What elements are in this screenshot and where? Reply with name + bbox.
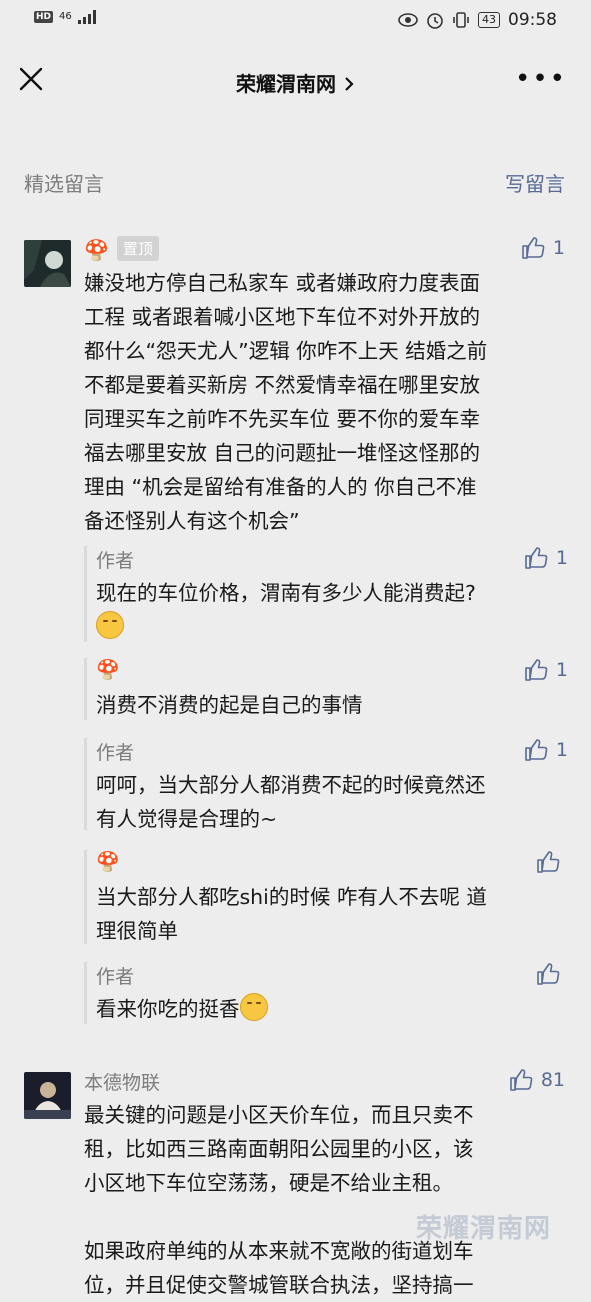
reply-like-button[interactable] xyxy=(536,850,568,874)
reply-line: 呵呵，当大部分人都消费不起的时候竟然还 xyxy=(96,773,486,797)
reply-text: 看来你吃的挺香 xyxy=(96,992,556,1026)
thumbs-up-icon xyxy=(525,739,548,761)
reply-line: 现在的车位价格，渭南有多少人能消费起? xyxy=(96,581,476,605)
write-comment-button[interactable]: 写留言 xyxy=(505,168,565,197)
account-title-link[interactable]: 荣耀渭南网 xyxy=(0,68,591,97)
thumbs-up-icon xyxy=(522,237,545,259)
comment-author: 🍄 置顶 xyxy=(84,236,159,262)
comment-line: 工程 或者跟着喊小区地下车位不对外开放的 xyxy=(84,305,481,329)
reply-line: 有人觉得是合理的~ xyxy=(96,807,278,831)
reply-author: 作者 xyxy=(96,742,135,764)
author-name: 🍄 xyxy=(84,238,109,262)
reply-line: 理很简单 xyxy=(96,919,178,943)
comment-line: 最关键的问题是小区天价车位，而且只卖不 xyxy=(84,1103,474,1127)
comments-header: 精选留言 写留言 xyxy=(0,120,591,230)
comment-line: 位，并且促使交警城管联合执法，坚持搞一 xyxy=(84,1273,474,1297)
kissing-face-emoji xyxy=(96,611,124,639)
like-count: 81 xyxy=(540,1069,565,1091)
eye-icon xyxy=(398,13,418,27)
reply-author: 🍄 xyxy=(96,851,120,873)
battery-indicator: 43 xyxy=(478,12,500,28)
comment-line: 小区地下车位空荡荡，硬是不给业主租。 xyxy=(84,1171,453,1195)
reply-like-button[interactable] xyxy=(536,962,568,986)
watermark-logo: 荣耀渭南网 xyxy=(415,1214,551,1244)
status-left: HD 46 xyxy=(34,10,96,24)
reply-author: 🍄 xyxy=(96,659,120,681)
kissing-face-emoji xyxy=(239,993,268,1021)
like-button[interactable]: 81 xyxy=(509,1068,565,1092)
comment-line: 都什么“怨天尤人”逻辑 你咋不上天 结婚之前 xyxy=(84,339,488,363)
reply-line: 看来你吃的挺香 xyxy=(96,997,240,1021)
avatar-image xyxy=(24,240,71,287)
thumbs-up-icon xyxy=(525,659,548,681)
reply-like-button[interactable]: 1 xyxy=(524,738,568,762)
nav-bar: 荣耀渭南网 ••• xyxy=(0,44,591,120)
status-bar: HD 46 43 09:58 xyxy=(0,0,591,44)
reply-like-count: 1 xyxy=(555,547,568,569)
reply-text: 当大部分人都吃shi的时候 咋有人不去呢 道 理很简单 xyxy=(96,880,556,948)
reply-like-count: 1 xyxy=(555,659,568,681)
reply-line: 消费不消费的起是自己的事情 xyxy=(96,693,363,717)
comment-line: 不都是要着买新房 不然爱情幸福在哪里安放 xyxy=(84,373,481,397)
comment-line: 备还怪别人有这个机会” xyxy=(84,509,300,533)
hd-badge: HD xyxy=(34,11,54,23)
reply-item: 作者 看来你吃的挺香 xyxy=(84,962,568,1024)
thumbs-up-icon xyxy=(510,1069,533,1091)
thumbs-up-icon xyxy=(525,547,548,569)
comment-line: 同理买车之前咋不先买车位 要不你的爱车幸 xyxy=(84,407,481,431)
avatar-image xyxy=(24,1072,71,1119)
comment-text: 最关键的问题是小区天价车位，而且只卖不 租，比如西三路南面朝阳公园里的小区，该 … xyxy=(84,1098,560,1302)
more-icon[interactable]: ••• xyxy=(515,64,567,94)
network-label: 46 xyxy=(59,11,72,22)
reply-item: 作者 1 呵呵，当大部分人都消费不起的时候竟然还 有人觉得是合理的~ xyxy=(84,738,568,831)
featured-comments-title: 精选留言 xyxy=(24,172,104,196)
reply-text: 现在的车位价格，渭南有多少人能消费起? xyxy=(96,576,556,644)
reply-line: 当大部分人都吃shi的时候 咋有人不去呢 道 xyxy=(96,885,487,909)
reply-item: 🍄 当大部分人都吃shi的时候 咋有人不去呢 道 理很简单 xyxy=(84,850,568,944)
reply-like-button[interactable]: 1 xyxy=(524,658,568,682)
reply-item: 🍄 1 消费不消费的起是自己的事情 xyxy=(84,658,568,720)
comment-author: 本德物联 xyxy=(84,1072,161,1094)
like-button[interactable]: 1 xyxy=(521,236,565,260)
avatar[interactable] xyxy=(24,1072,71,1119)
alarm-icon xyxy=(427,13,443,29)
comment-line: 福去哪里安放 自己的问题扯一堆怪这怪那的 xyxy=(84,441,481,465)
reply-like-count: 1 xyxy=(555,739,568,761)
comment-line: 租，比如西三路南面朝阳公园里的小区，该 xyxy=(84,1137,474,1161)
comment-line: 理由 “机会是留给有准备的人的 你自己不准 xyxy=(84,475,477,499)
pinned-badge: 置顶 xyxy=(116,236,159,261)
page-title: 荣耀渭南网 xyxy=(236,72,337,96)
reply-text: 呵呵，当大部分人都消费不起的时候竟然还 有人觉得是合理的~ xyxy=(96,768,556,836)
thumbs-up-icon xyxy=(537,963,560,985)
chevron-right-icon xyxy=(345,77,354,91)
reply-author: 作者 xyxy=(96,966,135,988)
like-count: 1 xyxy=(552,237,565,259)
comment-line: 嫌没地方停自己私家车 或者嫌政府力度表面 xyxy=(84,271,481,295)
thumbs-up-icon xyxy=(537,851,560,873)
signal-icon xyxy=(77,10,96,24)
status-right: 43 09:58 xyxy=(398,10,557,30)
comment-text: 嫌没地方停自己私家车 或者嫌政府力度表面 工程 或者跟着喊小区地下车位不对外开放… xyxy=(84,266,560,538)
avatar[interactable] xyxy=(24,240,71,287)
reply-text: 消费不消费的起是自己的事情 xyxy=(96,688,556,722)
reply-item: 作者 1 现在的车位价格，渭南有多少人能消费起? xyxy=(84,546,568,642)
reply-like-button[interactable]: 1 xyxy=(524,546,568,570)
clock: 09:58 xyxy=(508,10,557,30)
vibrate-icon xyxy=(453,12,469,28)
reply-author: 作者 xyxy=(96,550,135,572)
